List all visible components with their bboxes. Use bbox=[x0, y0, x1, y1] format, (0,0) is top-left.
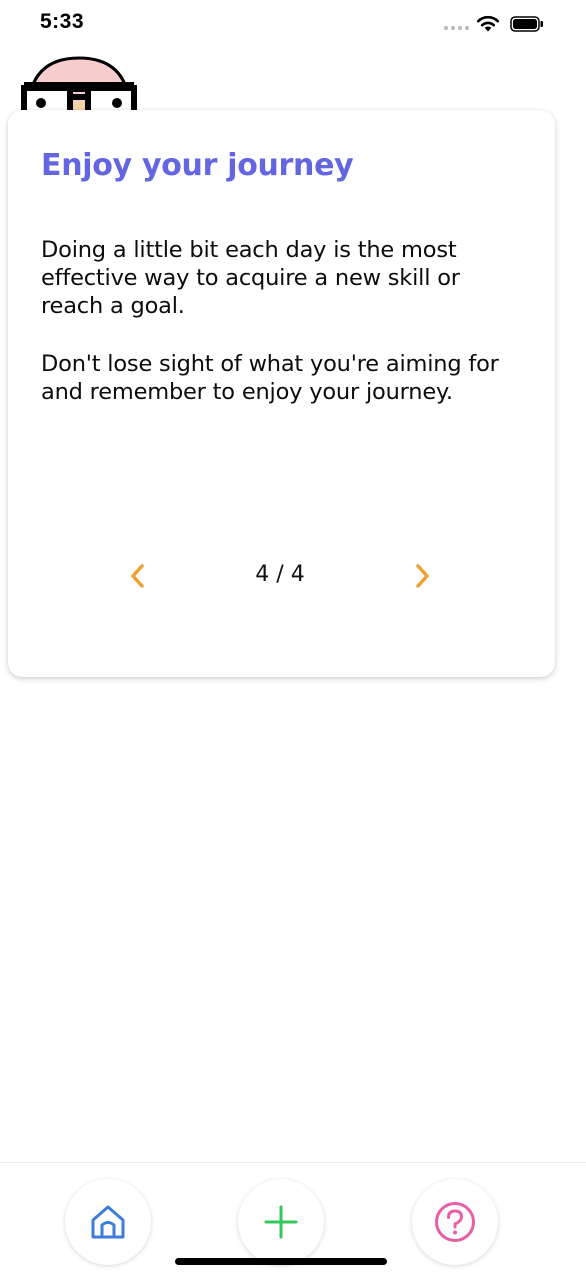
status-bar: 5:33 bbox=[0, 0, 586, 50]
status-time: 5:33 bbox=[40, 10, 85, 33]
battery-icon bbox=[510, 16, 543, 32]
card-paragraph: Don't lose sight of what you're aiming f… bbox=[41, 351, 499, 405]
tip-card: Enjoy your journey Doing a little bit ea… bbox=[8, 110, 555, 677]
question-icon bbox=[435, 1202, 475, 1242]
wifi-icon bbox=[476, 15, 500, 32]
pager-count: 4 / 4 bbox=[255, 562, 305, 587]
card-title: Enjoy your journey bbox=[41, 148, 354, 183]
plus-icon bbox=[264, 1205, 298, 1239]
card-paragraph: Doing a little bit each day is the most … bbox=[41, 237, 460, 319]
cellular-signal-icon bbox=[444, 26, 469, 30]
card-body: Doing a little bit each day is the most … bbox=[41, 236, 511, 436]
home-button[interactable] bbox=[65, 1179, 151, 1265]
add-button[interactable] bbox=[238, 1179, 324, 1265]
home-indicator bbox=[175, 1258, 387, 1265]
chevron-right-icon[interactable] bbox=[410, 560, 434, 592]
screen: 5:33 Enjoy your journey Doing a little b… bbox=[0, 0, 586, 1274]
chevron-left-icon[interactable] bbox=[126, 560, 150, 592]
pager: 4 / 4 bbox=[8, 558, 555, 594]
home-icon bbox=[91, 1205, 125, 1239]
help-button[interactable] bbox=[412, 1179, 498, 1265]
